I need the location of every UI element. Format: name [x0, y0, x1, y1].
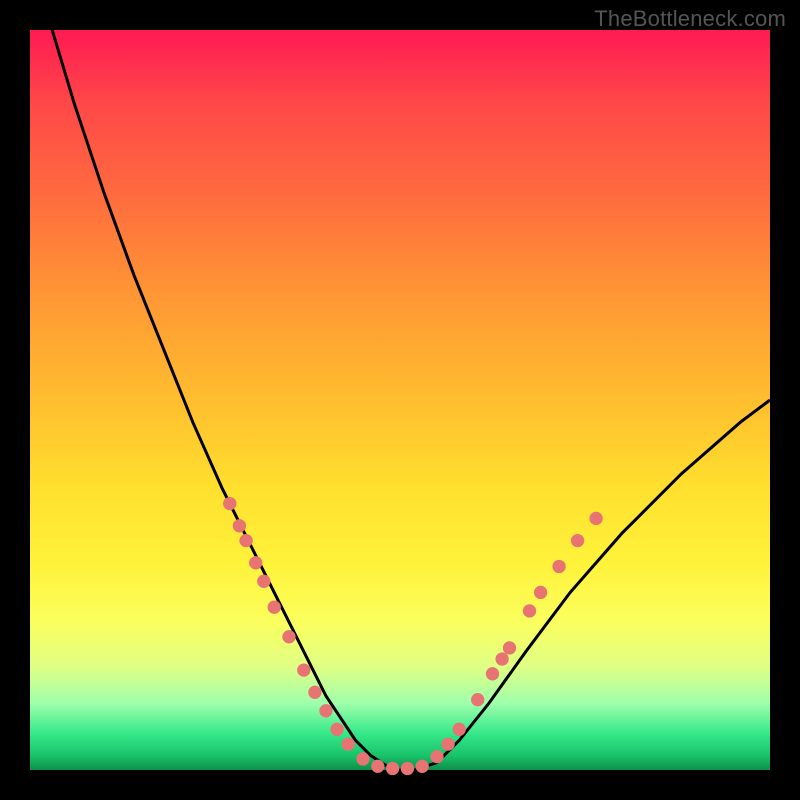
curve-marker — [239, 534, 252, 547]
chart-frame: TheBottleneck.com — [0, 0, 800, 800]
curve-marker — [223, 497, 236, 510]
curve-marker — [401, 762, 414, 775]
curve-marker — [453, 723, 466, 736]
curve-marker — [486, 667, 499, 680]
curve-marker — [386, 762, 399, 775]
curve-marker — [297, 663, 310, 676]
curve-marker — [441, 737, 454, 750]
curve-marker — [523, 604, 536, 617]
curve-marker — [308, 686, 321, 699]
curve-marker — [282, 630, 295, 643]
curve-marker — [356, 752, 369, 765]
curve-marker — [503, 641, 516, 654]
curve-marker — [534, 586, 547, 599]
curve-marker — [257, 575, 270, 588]
watermark-text: TheBottleneck.com — [594, 6, 786, 32]
curve-marker — [471, 693, 484, 706]
bottleneck-curve — [30, 30, 770, 770]
curve-marker — [495, 652, 508, 665]
curve-marker — [571, 534, 584, 547]
curve-marker — [371, 760, 384, 773]
curve-marker — [416, 760, 429, 773]
curve-markers — [223, 497, 603, 775]
curve-marker — [233, 519, 246, 532]
curve-marker — [319, 704, 332, 717]
curve-path — [52, 30, 770, 770]
curve-marker — [268, 601, 281, 614]
plot-area — [30, 30, 770, 770]
curve-marker — [430, 750, 443, 763]
curve-marker — [330, 723, 343, 736]
curve-marker — [249, 556, 262, 569]
curve-marker — [342, 737, 355, 750]
curve-marker — [589, 512, 602, 525]
curve-marker — [552, 560, 565, 573]
